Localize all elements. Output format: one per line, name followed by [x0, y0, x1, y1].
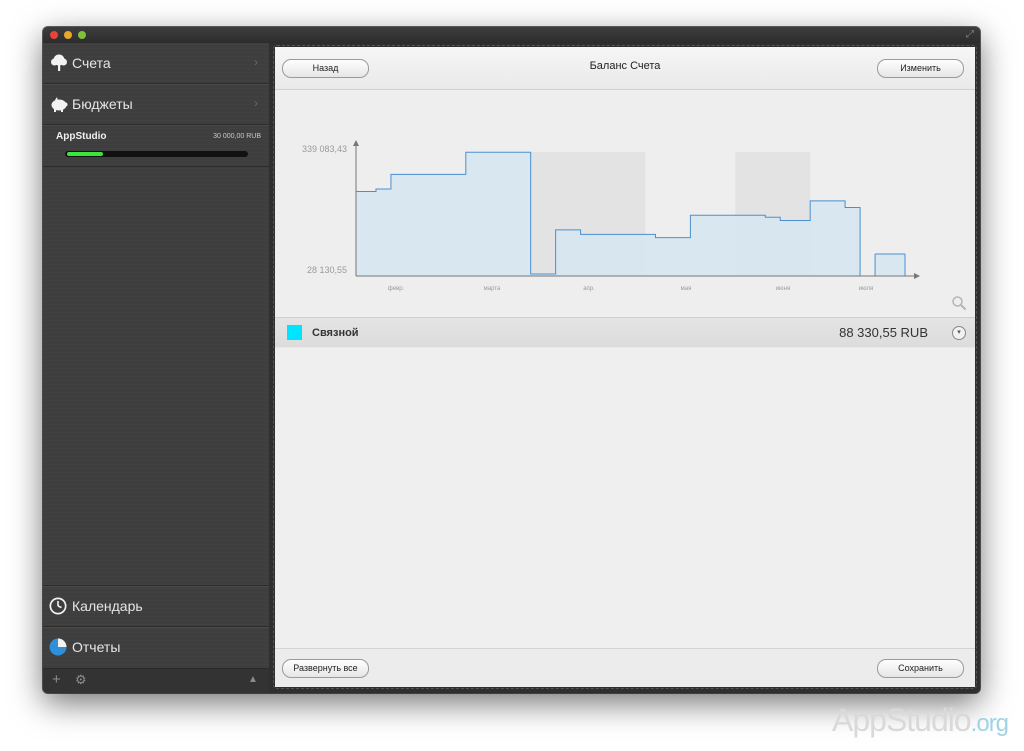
x-tick-label: июня — [776, 286, 790, 292]
x-tick-label: апр. — [583, 286, 595, 292]
chevron-right-icon: › — [254, 55, 258, 69]
y-axis-arrow — [353, 140, 359, 146]
balance-panel: Назад Баланс Счета Изменить 339 083,43 28… — [273, 45, 977, 689]
sidebar-toolbar: + ⚙ ▲ — [43, 668, 269, 693]
edit-button[interactable]: Изменить — [877, 59, 964, 78]
page-title: Баланс Счета — [589, 60, 661, 72]
title-bar: ⤢ — [43, 27, 980, 43]
watermark-suffix: .org — [970, 710, 1009, 737]
chevron-right-icon: › — [254, 96, 258, 110]
clock-icon — [49, 597, 67, 615]
expand-all-button[interactable]: Развернуть все — [282, 659, 369, 678]
series-area — [875, 253, 905, 276]
gear-icon[interactable]: ⚙ — [75, 671, 87, 689]
panel-header: Назад Баланс Счета Изменить — [275, 47, 975, 90]
y-max-label: 339 083,43 — [302, 144, 347, 154]
zoom-window-button[interactable] — [78, 31, 86, 39]
budget-progress-bar — [65, 151, 248, 157]
budget-name: AppStudio — [56, 131, 107, 142]
app-window: ⤢ Счета › Бюджеты › AppStudio 30 000,00 … — [43, 27, 980, 693]
account-row[interactable]: Связной 88 330,55 RUB ▾ — [275, 317, 975, 348]
y-min-label: 28 130,55 — [307, 265, 347, 275]
sidebar-item-label: Счета — [72, 55, 111, 71]
x-tick-label: февр. — [388, 286, 405, 292]
sidebar-item-budgets[interactable]: Бюджеты › — [43, 84, 269, 125]
account-name: Связной — [312, 327, 359, 339]
close-window-button[interactable] — [50, 31, 58, 39]
sidebar-item-label: Бюджеты — [72, 96, 133, 112]
panel-footer: Развернуть все Сохранить — [275, 648, 975, 687]
watermark-main: AppStudio — [832, 702, 972, 738]
budget-item[interactable]: AppStudio 30 000,00 RUB — [43, 126, 269, 167]
balance-chart: 339 083,43 28 130,55 февр. марта апр. мая июня… — [275, 90, 975, 316]
sidebar-item-label: Календарь — [72, 598, 143, 614]
fullscreen-icon[interactable]: ⤢ — [966, 29, 974, 40]
sidebar: Счета › Бюджеты › AppStudio 30 000,00 RU… — [43, 43, 269, 693]
x-axis-arrow — [914, 273, 920, 279]
sidebar-item-calendar[interactable]: Календарь — [43, 585, 269, 626]
main-area: Назад Баланс Счета Изменить 339 083,43 28… — [269, 43, 980, 693]
pie-chart-icon — [49, 638, 67, 656]
budget-progress-fill — [67, 152, 103, 156]
x-tick-label: марта — [484, 286, 501, 292]
zoom-icon[interactable] — [951, 295, 967, 311]
balance-chart-svg: 339 083,43 28 130,55 февр. марта апр. мая июня… — [302, 140, 920, 292]
eject-icon[interactable]: ▲ — [248, 671, 258, 689]
account-balance: 88 330,55 RUB — [839, 325, 928, 340]
tree-icon — [51, 54, 67, 71]
chevron-down-icon[interactable]: ▾ — [952, 326, 966, 340]
x-tick-label: мая — [681, 286, 692, 292]
sidebar-item-label: Отчеты — [72, 639, 121, 655]
sidebar-item-reports[interactable]: Отчеты — [43, 626, 269, 667]
budget-amount: 30 000,00 RUB — [213, 133, 261, 140]
save-button[interactable]: Сохранить — [877, 659, 964, 678]
add-icon[interactable]: + — [52, 671, 61, 689]
piggy-bank-icon — [51, 97, 68, 112]
account-color-swatch — [287, 325, 302, 340]
minimize-window-button[interactable] — [64, 31, 72, 39]
watermark: AppStudio.org — [832, 702, 1009, 739]
x-tick-label: июля — [859, 286, 873, 292]
sidebar-item-accounts[interactable]: Счета › — [43, 43, 269, 84]
